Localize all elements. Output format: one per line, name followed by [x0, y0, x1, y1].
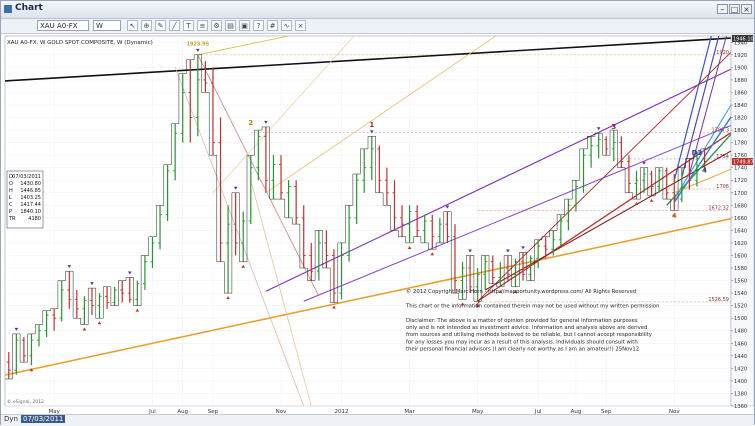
date-box[interactable]: 07/03/2011 — [21, 415, 66, 423]
chart-app-icon — [4, 5, 12, 13]
y-tick-label: 1860 — [734, 90, 747, 96]
y-tick-label: 1740 — [734, 166, 747, 172]
close-button[interactable]: × — [741, 4, 752, 14]
y-tick-label: 1920 — [734, 53, 747, 59]
y-tick-label: 1680 — [734, 203, 747, 209]
level-label: 1672.32 — [708, 205, 729, 211]
indicator-icon[interactable]: ∿ — [281, 20, 292, 31]
y-tick-label: 1560 — [734, 279, 747, 285]
price-tag-label: 1946.10 — [733, 36, 754, 42]
level-label: 1754 — [716, 154, 729, 160]
disclaimer-line: from sources and utilising methods belie… — [406, 332, 652, 338]
watermark: © eSignal, 2012 — [7, 398, 44, 405]
y-tick-label: 1700 — [734, 191, 747, 197]
ohlc-value: 07/03/2011 — [12, 174, 41, 180]
y-tick-label: 1640 — [734, 228, 747, 234]
y-tick-label: 1440 — [734, 354, 747, 360]
ohlc-label: O — [9, 181, 13, 187]
ohlc-label: TR — [8, 216, 16, 222]
y-tick-label: 1720 — [734, 178, 747, 184]
y-tick-label: 1540 — [734, 291, 747, 297]
y-tick-label: 1500 — [734, 316, 747, 322]
y-tick-label: 1480 — [734, 329, 747, 335]
window-title: Chart — [15, 3, 43, 13]
pencil-icon[interactable]: ✎ — [155, 20, 166, 31]
pointer-icon[interactable]: ↖ — [127, 20, 138, 31]
chart-area[interactable]: XAU A0-FX, W GOLD SPOT COMPOSITE, W (Dyn… — [1, 34, 754, 414]
close-icon[interactable]: × — [295, 20, 306, 31]
y-tick-label: 1660 — [734, 216, 747, 222]
minimize-button[interactable]: – — [717, 4, 728, 14]
ohlc-value: 1417.44 — [20, 202, 41, 208]
ohlc-label: P — [9, 209, 12, 215]
ohlc-info-box: D 07/03/2011O 1430.80H 1446.85L 1403.25C 1417… — [6, 170, 44, 229]
period-select[interactable]: W — [93, 20, 121, 31]
y-tick-label: 1800 — [734, 128, 747, 134]
gear-icon[interactable]: ⚙ — [211, 20, 222, 31]
chart-window: Chart – □ × XAU A0-FX W ↖ ⊕ ✎ ╱ T ≡ ⚙ ▤ ▣? # ∿ × XA… — [0, 0, 755, 426]
y-axis: 1940192019001880186018401820180017801760… — [730, 34, 754, 410]
wave-label: 4 — [702, 167, 707, 175]
y-tick-label: 1460 — [734, 341, 747, 347]
chart-title: XAU A0-FX, W GOLD SPOT COMPOSITE, W (Dyn… — [7, 40, 153, 46]
disclaimer-line: their personal financial advisors (I am … — [406, 347, 639, 353]
maximize-button[interactable]: □ — [729, 4, 740, 14]
bottom-bar: Dyn 07/03/2011 — [1, 414, 754, 426]
chart-toolbar: XAU A0-FX W ↖ ⊕ ✎ ╱ T ≡ ⚙ ▤ ▣? # ∿ × — [1, 19, 754, 34]
wave-label: 3 — [611, 123, 616, 131]
wave-label: 1 — [369, 121, 374, 129]
title-bar: Chart – □ × — [1, 1, 754, 19]
ohlc-value: 1430.80 — [20, 181, 41, 187]
ohlc-value: 1403.25 — [20, 195, 41, 201]
ohlc-value: 1446.85 — [20, 188, 41, 194]
grid-icon[interactable]: # — [267, 20, 278, 31]
fib-icon[interactable]: ≡ — [197, 20, 208, 31]
disclaimer-line: for any losses you may incur as a result… — [406, 339, 638, 345]
ohlc-value: 1840.10 — [20, 209, 41, 215]
y-tick-label: 1400 — [734, 379, 747, 385]
print-icon[interactable]: ▤ — [225, 20, 236, 31]
wave-label: D3 — [692, 149, 703, 157]
ohlc-label: C — [9, 202, 13, 208]
zoom-icon[interactable]: ⊕ — [141, 20, 152, 31]
line-icon[interactable]: ╱ — [169, 20, 180, 31]
text-icon[interactable]: T — [183, 20, 194, 31]
y-tick-label: 1580 — [734, 266, 747, 272]
level-label: 1706 — [716, 184, 729, 190]
ohlc-label: H — [9, 188, 13, 194]
y-tick-label: 1520 — [734, 304, 747, 310]
y-tick-label: 1420 — [734, 366, 747, 372]
y-tick-label: 1380 — [734, 391, 747, 397]
price-tag-label: 1749.87 — [733, 160, 754, 166]
disclaimer-line: only and is not intended as investment a… — [406, 325, 647, 331]
ohlc-label: L — [9, 195, 12, 201]
y-tick-label: 1360 — [734, 404, 747, 410]
level-label: 1526.59 — [708, 297, 729, 303]
disclaimer-line: Disclaimer: The above is a matter of opi… — [406, 318, 638, 324]
ohlc-value: 4180 — [28, 216, 41, 222]
y-tick-label: 1620 — [734, 241, 747, 247]
level-label: 1920 — [716, 50, 729, 56]
y-tick-label: 1880 — [734, 78, 747, 84]
dynamic-label: Dyn — [4, 415, 18, 423]
level-label: 1796.3 — [712, 128, 730, 134]
wave-label: 2 — [248, 119, 253, 127]
disclaimer-line: This chart or the information contained … — [405, 303, 659, 309]
y-tick-label: 1840 — [734, 103, 747, 109]
y-tick-label: 1820 — [734, 116, 747, 122]
help-icon[interactable]: ? — [253, 20, 264, 31]
wave-label: 4 — [672, 212, 677, 220]
y-tick-label: 1780 — [734, 141, 747, 147]
wave-label: 1923.95 — [186, 41, 209, 47]
disclaimer-line: © 2012 Copyright Marc Horn - http://mapp… — [406, 288, 636, 295]
y-tick-label: 1900 — [734, 65, 747, 71]
y-tick-label: 1600 — [734, 253, 747, 259]
symbol-select[interactable]: XAU A0-FX — [37, 20, 89, 31]
save-icon[interactable]: ▣ — [239, 20, 250, 31]
